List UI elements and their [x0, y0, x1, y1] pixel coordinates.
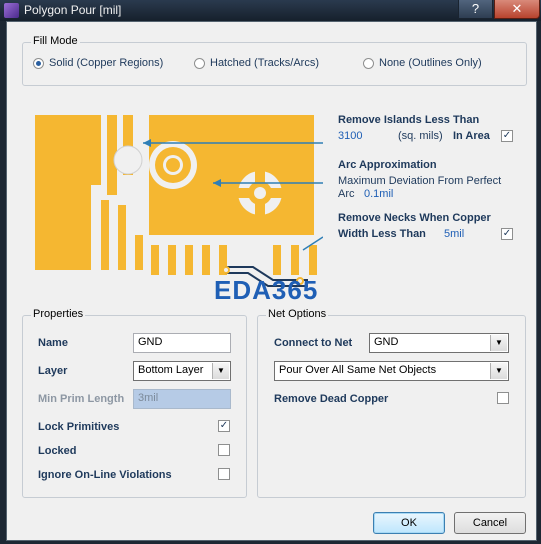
connect-to-net-label: Connect to Net — [274, 337, 353, 349]
island-void — [113, 145, 143, 175]
copper-pin-4 — [151, 245, 159, 275]
help-button[interactable]: ? — [458, 0, 493, 19]
layer-select[interactable]: Bottom Layer ▼ — [133, 361, 231, 381]
via-arc-approximation — [149, 141, 197, 189]
title-bar: Polygon Pour [mil] ? ✕ — [0, 0, 541, 21]
neck-pad-1 — [222, 266, 230, 274]
copper-pin-1 — [101, 200, 109, 270]
remove-dead-copper-checkbox[interactable] — [497, 392, 509, 404]
remove-necks-label: Remove Necks When Copper — [338, 212, 491, 224]
arc-approx-value[interactable]: 0.1mil — [364, 188, 393, 200]
fill-mode-group: Fill Mode Solid (Copper Regions) Hatched… — [22, 35, 527, 86]
copper-track-1 — [91, 115, 101, 185]
remove-necks-checkbox[interactable]: ✓ — [501, 228, 513, 240]
radio-none-indicator[interactable] — [363, 57, 374, 69]
remove-islands-in-area: In Area — [453, 130, 490, 142]
radio-hatched-indicator[interactable] — [194, 57, 205, 69]
ignore-online-label: Ignore On-Line Violations — [38, 469, 172, 481]
properties-title: Properties — [31, 308, 86, 320]
lock-primitives-label: Lock Primitives — [38, 421, 120, 433]
pour-over-select[interactable]: Pour Over All Same Net Objects ▼ — [274, 361, 509, 381]
dialog-client: Fill Mode Solid (Copper Regions) Hatched… — [6, 21, 537, 541]
locked-checkbox[interactable] — [218, 444, 230, 456]
chevron-down-icon[interactable]: ▼ — [490, 363, 507, 379]
arc-approx-sub1: Maximum Deviation From Perfect — [338, 175, 502, 187]
chevron-down-icon[interactable]: ▼ — [212, 363, 229, 379]
layer-select-value: Bottom Layer — [138, 364, 204, 376]
app-icon — [4, 3, 19, 18]
connect-to-net-select[interactable]: GND ▼ — [369, 333, 509, 353]
copper-pin-7 — [202, 245, 210, 275]
cancel-button[interactable]: Cancel — [454, 512, 526, 534]
window-title: Polygon Pour [mil] — [24, 3, 122, 17]
remove-islands-unit: (sq. mils) — [398, 130, 443, 142]
copper-pin-3 — [135, 235, 143, 270]
radio-solid[interactable]: Solid (Copper Regions) — [33, 57, 163, 69]
min-prim-label: Min Prim Length — [38, 393, 125, 405]
radio-none-label: None (Outlines Only) — [379, 57, 482, 69]
radio-hatched-label: Hatched (Tracks/Arcs) — [210, 57, 320, 69]
guide-islands-arrowhead — [143, 139, 151, 147]
copper-pin-11 — [309, 245, 317, 275]
watermark: EDA365 — [214, 275, 319, 305]
layer-label: Layer — [38, 365, 68, 377]
arc-approx-sub2: Arc — [338, 188, 355, 200]
close-button[interactable]: ✕ — [494, 0, 540, 19]
fill-mode-title: Fill Mode — [31, 35, 80, 47]
remove-necks-value[interactable]: 5mil — [444, 228, 464, 240]
remove-dead-copper-label: Remove Dead Copper — [274, 393, 389, 405]
connect-to-net-value: GND — [374, 336, 399, 348]
properties-group: Properties Name GND Layer Bottom Layer ▼… — [22, 308, 247, 498]
pour-over-value: Pour Over All Same Net Objects — [279, 364, 437, 376]
net-options-title: Net Options — [266, 308, 329, 320]
copper-region-left — [35, 115, 91, 270]
radio-none[interactable]: None (Outlines Only) — [363, 57, 482, 69]
name-label: Name — [38, 337, 68, 349]
ok-button[interactable]: OK — [373, 512, 445, 534]
radio-solid-label: Solid (Copper Regions) — [49, 57, 164, 69]
radio-hatched[interactable]: Hatched (Tracks/Arcs) — [194, 57, 319, 69]
remove-necks-width-label: Width Less Than — [338, 228, 426, 240]
name-field[interactable]: GND — [133, 333, 231, 353]
remove-islands-label: Remove Islands Less Than — [338, 114, 480, 126]
min-prim-field: 3mil — [133, 389, 231, 409]
radio-solid-indicator[interactable] — [33, 57, 44, 69]
lock-primitives-checkbox[interactable]: ✓ — [218, 420, 230, 432]
ignore-online-checkbox[interactable] — [218, 468, 230, 480]
copper-pin-6 — [185, 245, 193, 275]
copper-pin-10 — [291, 245, 299, 275]
chevron-down-icon[interactable]: ▼ — [490, 335, 507, 351]
copper-pin-5 — [168, 245, 176, 275]
locked-label: Locked — [38, 445, 77, 457]
copper-pin-9 — [273, 245, 281, 275]
copper-pin-2 — [118, 205, 126, 270]
remove-islands-checkbox[interactable]: ✓ — [501, 130, 513, 142]
arc-approx-label: Arc Approximation — [338, 159, 437, 171]
remove-islands-value[interactable]: 3100 — [338, 130, 362, 142]
net-options-group: Net Options Connect to Net GND ▼ Pour Ov… — [257, 308, 526, 498]
